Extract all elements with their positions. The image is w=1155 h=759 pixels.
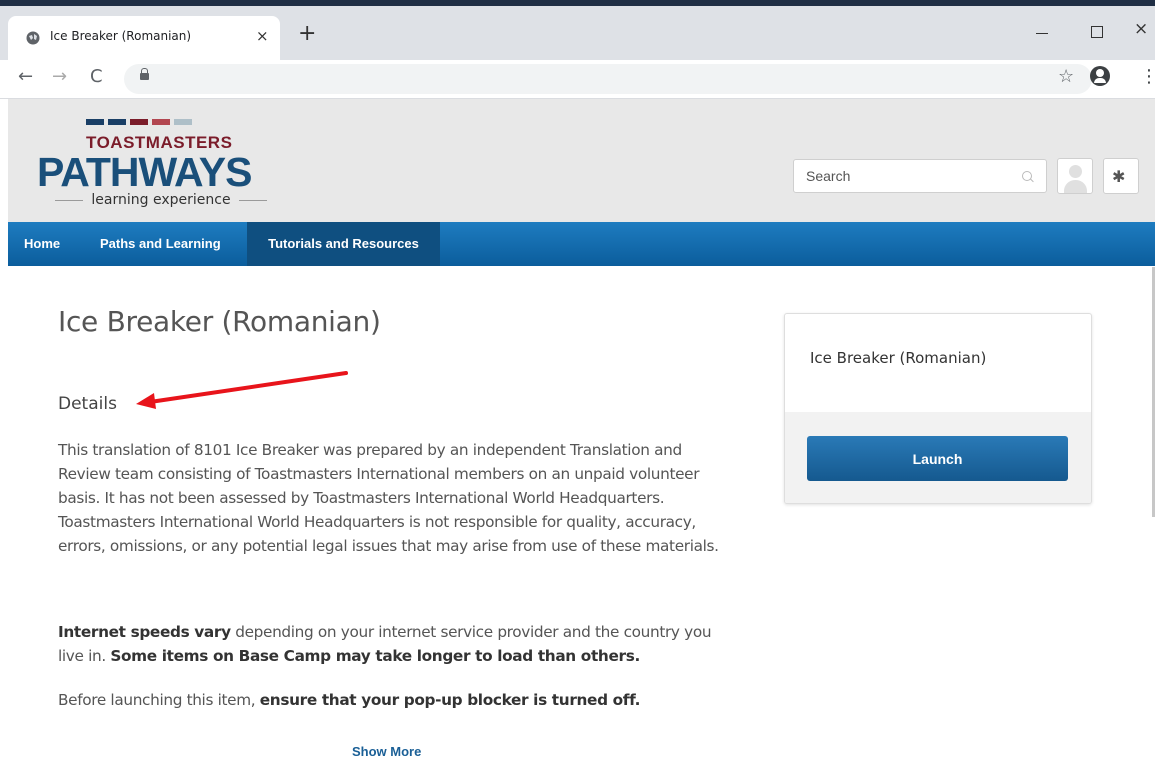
nav-item-paths-and-learning[interactable]: Paths and Learning <box>84 222 237 266</box>
logo-tagline: learning experience <box>36 192 286 208</box>
main-navigation: Home Paths and Learning Tutorials and Re… <box>8 222 1155 266</box>
browser-toolbar: ← → C ☆ ⋮ <box>0 60 1155 99</box>
logo-bar <box>152 119 170 125</box>
tab-close-icon[interactable]: × <box>256 27 269 45</box>
internet-speed-paragraph: Internet speeds vary depending on your i… <box>58 620 738 668</box>
lock-icon <box>140 68 149 80</box>
browser-tabstrip: Ice Breaker (Romanian) × + × <box>0 6 1155 60</box>
popup-blocker-text: Before launching this item, <box>58 691 260 709</box>
settings-button[interactable]: ✱ <box>1103 158 1139 194</box>
globe-icon <box>26 31 40 45</box>
maximize-window-button[interactable] <box>1091 26 1103 38</box>
launch-card: Ice Breaker (Romanian) Launch <box>784 313 1092 504</box>
card-title: Ice Breaker (Romanian) <box>810 349 987 367</box>
logo-pathways-text: PATHWAYS <box>37 149 252 195</box>
logo-bar <box>174 119 192 125</box>
red-arrow-annotation <box>136 371 348 409</box>
logo-tagline-text: learning experience <box>91 192 231 208</box>
pathways-logo[interactable]: TOASTMASTERS PATHWAYS learning experienc… <box>26 109 296 214</box>
minimize-window-button[interactable] <box>1036 33 1048 34</box>
reload-icon[interactable]: C <box>90 66 103 87</box>
back-arrow-icon[interactable]: ← <box>18 66 33 87</box>
new-tab-button[interactable]: + <box>298 23 316 45</box>
profile-icon[interactable] <box>1090 66 1110 86</box>
page-title: Ice Breaker (Romanian) <box>58 305 381 338</box>
user-avatar-button[interactable] <box>1057 158 1093 194</box>
search-box[interactable] <box>793 159 1047 193</box>
launch-button[interactable]: Launch <box>807 436 1068 481</box>
browser-menu-icon[interactable]: ⋮ <box>1140 66 1155 87</box>
base-camp-load-bold: Some items on Base Camp may take longer … <box>110 647 640 665</box>
internet-speed-bold: Internet speeds vary <box>58 623 231 641</box>
address-bar[interactable] <box>124 64 1092 94</box>
close-window-button[interactable]: × <box>1134 19 1148 39</box>
logo-bar <box>130 119 148 125</box>
site-header: TOASTMASTERS PATHWAYS learning experienc… <box>8 99 1155 222</box>
details-heading: Details <box>58 394 117 414</box>
popup-blocker-paragraph: Before launching this item, ensure that … <box>58 688 738 712</box>
search-icon[interactable] <box>1022 171 1032 181</box>
gear-icon: ✱ <box>1112 167 1126 186</box>
logo-bar <box>108 119 126 125</box>
browser-tab[interactable]: Ice Breaker (Romanian) × <box>8 16 280 60</box>
nav-item-home[interactable]: Home <box>8 222 74 266</box>
search-input[interactable] <box>806 168 1006 184</box>
show-more-link[interactable]: Show More <box>352 744 421 759</box>
logo-bar <box>86 119 104 125</box>
nav-item-tutorials-and-resources[interactable]: Tutorials and Resources <box>247 222 440 266</box>
translation-disclaimer-paragraph: This translation of 8101 Ice Breaker was… <box>58 441 719 555</box>
bookmark-star-icon[interactable]: ☆ <box>1058 66 1074 87</box>
forward-arrow-icon[interactable]: → <box>52 66 67 87</box>
popup-blocker-bold: ensure that your pop-up blocker is turne… <box>259 691 641 709</box>
tab-title: Ice Breaker (Romanian) <box>50 29 192 43</box>
logo-color-bars <box>86 112 196 130</box>
